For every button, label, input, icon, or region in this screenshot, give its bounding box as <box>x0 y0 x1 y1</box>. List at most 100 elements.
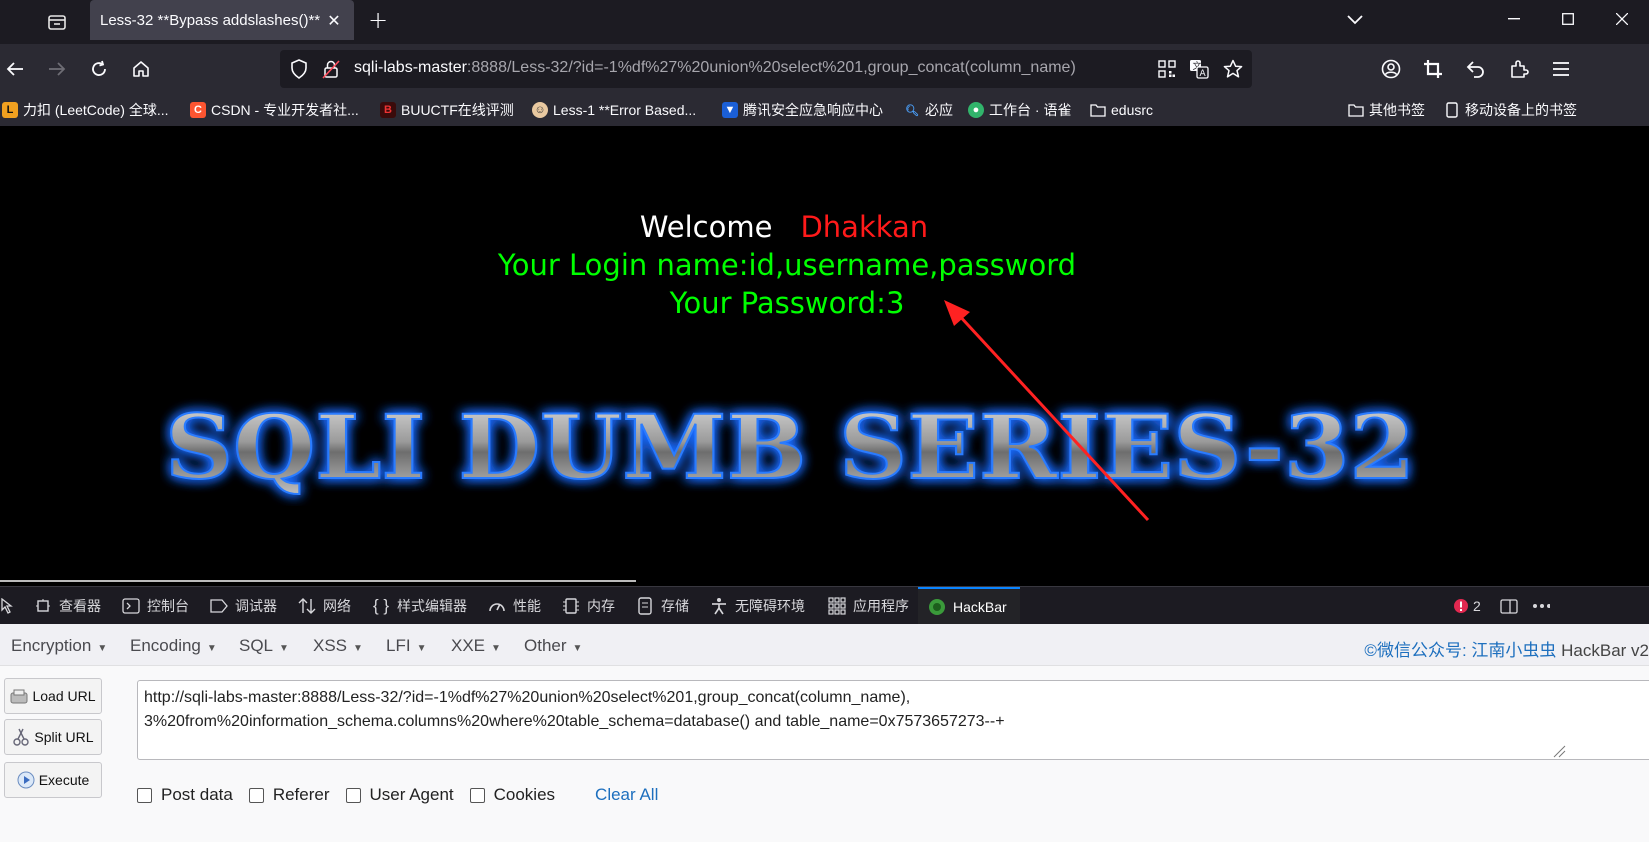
crop-icon[interactable] <box>1418 54 1448 84</box>
account-icon[interactable] <box>1376 54 1406 84</box>
bookmark-item[interactable]: ▼ 腾讯安全应急响应中心 <box>722 100 883 120</box>
svg-text:A: A <box>1200 69 1207 79</box>
tab-memory[interactable]: 内存 <box>562 587 615 624</box>
folder-icon <box>1348 102 1364 118</box>
clear-all-link[interactable]: Clear All <box>595 785 658 805</box>
hackbar-brand: ©微信公众号: 江南小虫虫 HackBar v2 <box>1364 641 1649 660</box>
red-arrow-annotation <box>944 300 1150 522</box>
split-url-button[interactable]: Split URL <box>4 719 102 755</box>
close-window-icon[interactable] <box>1595 0 1649 38</box>
yuque-icon: ● <box>968 102 984 118</box>
forward-icon[interactable] <box>42 54 72 84</box>
play-icon <box>17 771 35 789</box>
tab-network[interactable]: 网络 <box>298 587 351 624</box>
tab-console[interactable]: 控制台 <box>122 587 189 624</box>
menu-encoding[interactable]: Encoding ▼ <box>130 636 217 656</box>
tab-hackbar[interactable]: HackBar <box>918 587 1020 624</box>
horizontal-scrollbar[interactable] <box>0 580 636 582</box>
url-textarea[interactable]: http://sqli-labs-master:8888/Less-32/?id… <box>137 680 1649 760</box>
new-tab-icon[interactable]: + <box>364 6 392 34</box>
dock-side-icon[interactable] <box>1500 587 1525 624</box>
menu-sql[interactable]: SQL ▼ <box>239 636 289 656</box>
tab-inspector[interactable]: 查看器 <box>34 587 101 624</box>
resize-handle-icon[interactable] <box>1552 744 1566 758</box>
insecure-lock-icon[interactable] <box>320 58 342 80</box>
referer-checkbox[interactable]: Referer <box>248 785 330 805</box>
menu-lfi[interactable]: LFI ▼ <box>386 636 426 656</box>
tab-performance[interactable]: 性能 <box>488 587 541 624</box>
tab-list-icon[interactable] <box>40 8 74 36</box>
minimize-icon[interactable] <box>1487 0 1541 38</box>
reload-icon[interactable] <box>84 54 114 84</box>
back-icon[interactable] <box>0 54 30 84</box>
caret-down-icon: ▼ <box>206 643 217 654</box>
caret-down-icon: ▼ <box>97 643 108 654</box>
tab-accessibility[interactable]: 无障碍环境 <box>710 587 805 624</box>
load-icon <box>10 687 28 705</box>
bookmark-item[interactable]: ☺ Less-1 **Error Based... <box>532 100 696 120</box>
performance-gauge-icon <box>488 597 506 615</box>
tab-storage[interactable]: 存储 <box>636 587 689 624</box>
tab-title: Less-32 **Bypass addslashes()** <box>100 11 320 29</box>
inspector-icon <box>34 597 52 615</box>
bookmark-item[interactable]: C CSDN - 专业开发者社... <box>190 100 359 120</box>
url-text[interactable]: sqli-labs-master:8888/Less-32/?id=-1%df%… <box>354 59 1144 77</box>
storage-icon <box>636 596 654 615</box>
folder-icon <box>1090 102 1106 118</box>
translate-icon[interactable]: 文A <box>1188 58 1210 80</box>
mobile-icon <box>1444 102 1460 118</box>
scissors-icon <box>12 728 30 746</box>
welcome-line: Welcome Dhakkan <box>0 210 1568 244</box>
undo-icon[interactable] <box>1460 54 1490 84</box>
post-data-checkbox[interactable]: Post data <box>137 785 233 805</box>
bookmark-item[interactable]: ● 工作台 · 语雀 <box>968 100 1071 120</box>
active-tab[interactable]: Less-32 **Bypass addslashes()** ✕ <box>90 0 354 40</box>
shield-icon[interactable] <box>288 58 310 80</box>
tab-debugger[interactable]: 调试器 <box>210 587 277 624</box>
buuctf-icon: B <box>380 102 396 118</box>
url-bar[interactable]: sqli-labs-master:8888/Less-32/?id=-1%df%… <box>280 50 1252 88</box>
tab-strip: Less-32 **Bypass addslashes()** ✕ + <box>0 0 1649 44</box>
bookmark-item[interactable]: 🔍︎ 必应 <box>904 100 953 120</box>
bookmark-star-icon[interactable] <box>1222 58 1244 80</box>
load-url-button[interactable]: Load URL <box>4 678 102 714</box>
debugger-icon <box>210 597 228 615</box>
qr-code-icon[interactable] <box>1156 58 1178 80</box>
caret-down-icon: ▼ <box>353 643 363 654</box>
extensions-icon[interactable] <box>1504 54 1534 84</box>
menu-xss[interactable]: XSS ▼ <box>313 636 363 656</box>
close-tab-icon[interactable]: ✕ <box>324 10 344 30</box>
error-count-badge[interactable]: 2 <box>1452 587 1481 624</box>
tsrc-icon: ▼ <box>722 102 738 118</box>
cookies-checkbox[interactable]: Cookies <box>469 785 555 805</box>
chevron-down-icon[interactable] <box>1340 6 1370 34</box>
menu-xxe[interactable]: XXE ▼ <box>451 636 501 656</box>
maximize-icon[interactable] <box>1541 0 1595 38</box>
home-icon[interactable] <box>126 54 156 84</box>
menu-encryption[interactable]: Encryption ▼ <box>11 636 107 656</box>
menu-icon[interactable] <box>1546 54 1576 84</box>
grid-icon <box>828 596 846 615</box>
username-text: Dhakkan <box>800 210 929 244</box>
console-icon <box>122 597 140 615</box>
bookmark-folder[interactable]: edusrc <box>1090 100 1153 120</box>
user-agent-checkbox[interactable]: User Agent <box>345 785 454 805</box>
bookmark-item[interactable]: B BUUCTF在线评测 <box>380 100 514 120</box>
hackbar-panel: Encryption ▼ Encoding ▼ SQL ▼ XSS ▼ LFI ▼ XXE… <box>0 624 1649 842</box>
network-icon <box>298 597 316 615</box>
execute-button[interactable]: Execute <box>4 762 102 798</box>
tab-style-editor[interactable]: { } 样式编辑器 <box>372 587 467 624</box>
password-text: Your Password:3 <box>669 286 905 320</box>
braces-icon: { } <box>372 595 390 615</box>
element-picker-icon[interactable] <box>0 587 25 624</box>
welcome-text: Welcome <box>639 210 773 244</box>
bookmarks-toolbar: L 力扣 (LeetCode) 全球... C CSDN - 专业开发者社... B… <box>0 94 1649 126</box>
avatar-icon: ☺ <box>532 102 548 118</box>
bookmark-folder[interactable]: 其他书签 <box>1348 100 1425 120</box>
bookmark-item[interactable]: L 力扣 (LeetCode) 全球... <box>2 100 169 120</box>
menu-other[interactable]: Other ▼ <box>524 636 582 656</box>
tab-application[interactable]: 应用程序 <box>828 587 909 624</box>
bookmark-folder[interactable]: 移动设备上的书签 <box>1444 100 1577 120</box>
caret-down-icon: ▼ <box>279 643 289 654</box>
more-options-icon[interactable] <box>1532 587 1557 624</box>
